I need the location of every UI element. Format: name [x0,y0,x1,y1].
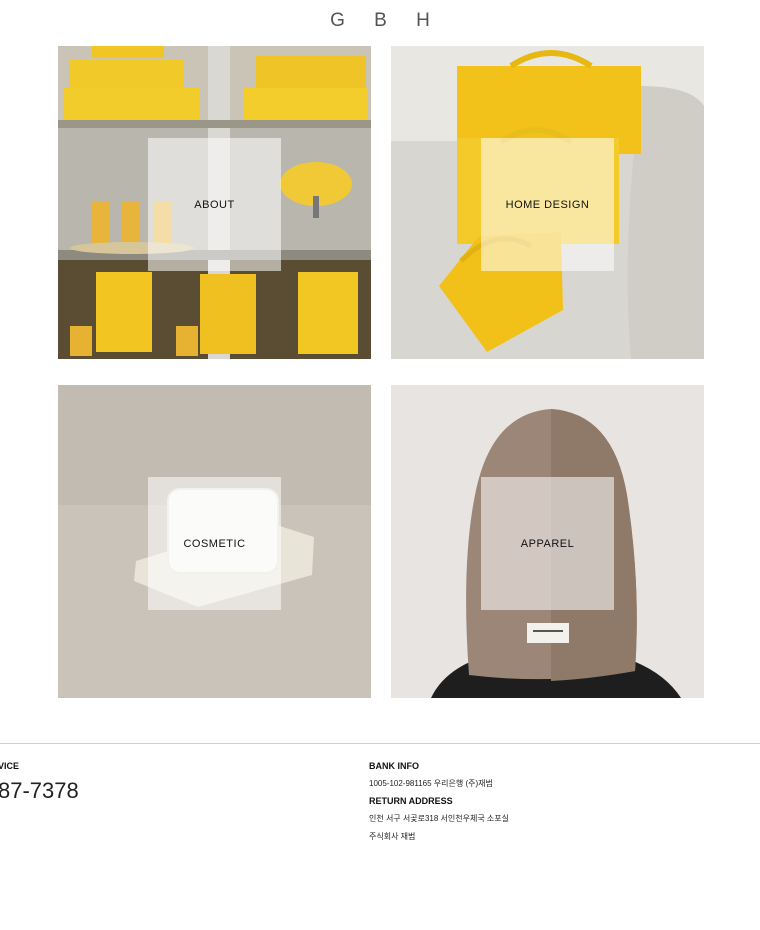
tile-overlay: ABOUT [148,138,281,271]
return-address-line1: 인천 서구 서곶로318 서인천우체국 소포실 [369,814,509,823]
tile-label-apparel: APPAREL [520,537,575,550]
footer-divider [0,743,760,744]
category-tile-home-design[interactable]: HOME DESIGN [391,46,704,359]
category-tile-apparel[interactable]: APPAREL [391,385,704,698]
tile-label-home-design: HOME DESIGN [505,198,590,211]
page: G B H ABOUT HOME DESIGN COSMETIC APPAREL… [0,0,760,930]
tile-overlay: COSMETIC [148,477,281,610]
return-address-line2: 주식회사 재범 [369,832,416,841]
site-logo[interactable]: G B H [0,10,760,32]
tile-label-cosmetic: COSMETIC [183,537,246,550]
tile-label-about: ABOUT [194,198,235,211]
return-address-title: RETURN ADDRESS [369,796,453,806]
customer-service-phone[interactable]: 87-7378 [0,778,79,804]
bank-info-section: BANK INFO 1005-102-981165 우리은행 (주)재범 RET… [369,761,669,849]
tile-overlay: APPAREL [481,477,614,610]
bank-info-value: 1005-102-981165 우리은행 (주)재범 [369,779,493,788]
customer-service-title: VICE [0,761,20,771]
category-tile-cosmetic[interactable]: COSMETIC [58,385,371,698]
category-tile-about[interactable]: ABOUT [58,46,371,359]
tile-overlay: HOME DESIGN [481,138,614,271]
bank-info-title: BANK INFO [369,761,419,771]
